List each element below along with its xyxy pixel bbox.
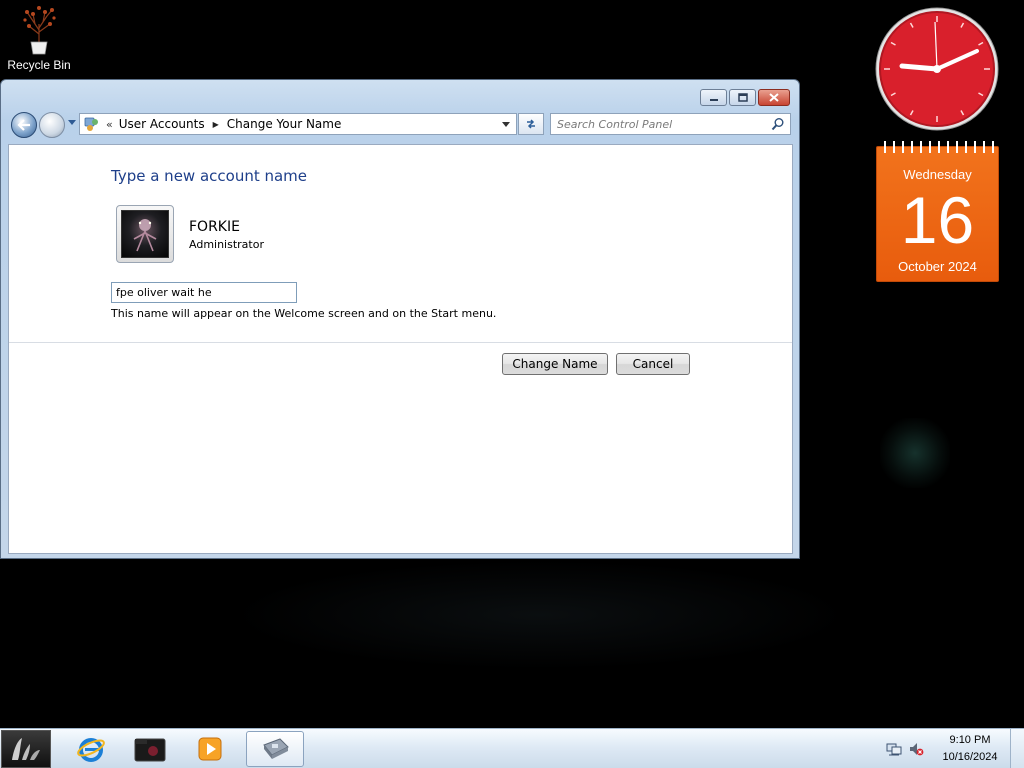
search-icon[interactable] [771,117,785,131]
volume-muted-icon[interactable] [908,741,924,757]
content-pane: Type a new account name FORKIE Administr… [8,144,793,554]
media-player-icon [198,737,222,761]
navigation-bar: « User Accounts ▶ Change Your Name [9,110,791,138]
window-caption-buttons [700,89,790,106]
minimize-button[interactable] [700,89,727,106]
network-icon[interactable] [886,741,902,757]
show-desktop-button[interactable] [1010,729,1024,768]
address-bar[interactable]: « User Accounts ▶ Change Your Name [79,113,517,135]
page-title: Type a new account name [111,167,308,185]
change-name-button[interactable]: Change Name [502,353,608,375]
internet-explorer-icon [77,738,105,762]
recycle-bin-label: Recycle Bin [7,58,71,72]
start-button[interactable] [1,730,51,768]
back-arrow-icon [17,119,30,131]
calendar-gadget[interactable]: Wednesday 16 October 2024 [876,141,999,282]
refresh-button[interactable] [518,113,544,135]
search-box[interactable] [550,113,791,135]
tray-clock-time[interactable]: 9:10 PM [940,734,1000,746]
control-panel-icon [84,117,98,131]
breadcrumb-separator-icon[interactable]: ▶ [213,120,219,129]
tray-clock-date[interactable]: 10/16/2024 [938,751,1002,763]
taskbar-media-center[interactable] [121,731,179,767]
calendar-month-year: October 2024 [898,259,977,274]
clock-face-icon [875,7,999,131]
clock-gadget[interactable] [874,6,1000,132]
breadcrumb-user-accounts[interactable]: User Accounts [119,117,205,131]
close-icon [769,93,779,102]
address-overflow-chevron[interactable]: « [106,118,113,131]
calendar-day: 16 [900,183,975,257]
start-orb-icon [12,738,40,760]
taskbar: 9:10 PM 10/16/2024 [0,728,1024,768]
recycle-bin-shortcut[interactable]: Recycle Bin [4,4,74,72]
name-hint-text: This name will appear on the Welcome scr… [111,307,497,320]
forward-button[interactable] [39,112,65,138]
account-name: FORKIE [189,219,240,235]
taskbar-control-panel[interactable] [246,731,304,767]
maximize-icon [737,93,748,102]
account-type: Administrator [189,238,264,251]
recent-pages-dropdown-icon[interactable] [68,120,76,125]
avatar-figure-icon [133,219,157,252]
avatar-picture [121,210,169,258]
maximize-button[interactable] [729,89,756,106]
close-button[interactable] [758,89,790,106]
recycle-bin-icon [23,6,56,55]
minimize-icon [709,98,718,101]
media-folder-icon [134,738,166,762]
back-button[interactable] [11,112,37,138]
desktop-wallpaper-haze [230,560,850,670]
refresh-icon [527,119,535,129]
search-input[interactable] [557,117,757,131]
calendar-binding-rings [881,141,994,153]
desktop-wallpaper-glow [880,418,950,488]
address-dropdown-icon[interactable] [502,122,510,127]
user-avatar [116,205,174,263]
taskbar-internet-explorer[interactable] [62,731,120,767]
notification-area: 9:10 PM 10/16/2024 [884,729,1024,768]
breadcrumb-change-your-name[interactable]: Change Your Name [227,117,342,131]
control-panel-taskbar-icon [263,738,289,759]
cancel-button[interactable]: Cancel [616,353,690,375]
taskbar-windows-media-player[interactable] [181,731,239,767]
calendar-weekday: Wednesday [903,167,972,182]
change-name-window: « User Accounts ▶ Change Your Name Type … [0,79,800,559]
new-account-name-input[interactable] [111,282,297,303]
divider [9,342,792,343]
